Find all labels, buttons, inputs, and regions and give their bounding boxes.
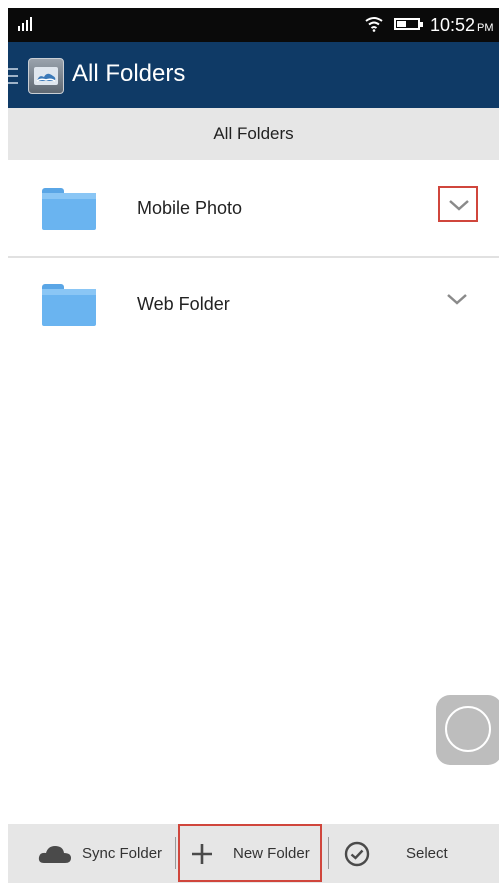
select-label: Select (406, 845, 448, 862)
page-title: All Folders (72, 60, 186, 87)
folder-icon (42, 188, 96, 230)
chevron-down-icon (447, 294, 467, 305)
status-bar: 10:52 PM (8, 8, 499, 42)
clock-time: 10:52 (430, 15, 476, 35)
signal-icon (18, 15, 32, 31)
bottom-toolbar: Sync Folder New Folder Select (8, 824, 499, 883)
folder-name: Mobile Photo (137, 198, 243, 218)
folder-row-web-folder[interactable]: Web Folder (8, 258, 499, 352)
status-clock: 10:52 PM (430, 15, 494, 36)
toolbar-divider (328, 837, 329, 869)
assistive-touch-ring (445, 706, 491, 752)
wifi-icon (365, 17, 383, 32)
section-header: All Folders (8, 108, 499, 160)
folder-icon (42, 284, 96, 326)
section-header-title: All Folders (213, 124, 294, 143)
select-button[interactable]: Select (344, 824, 448, 883)
check-circle-icon (344, 841, 370, 866)
battery-icon (394, 18, 423, 30)
chevron-down-icon (449, 200, 469, 211)
toolbar-divider (175, 837, 176, 869)
clock-ampm: PM (477, 22, 494, 34)
new-folder-highlight (178, 824, 322, 882)
folder-options-button[interactable] (438, 282, 478, 318)
folder-options-button[interactable] (438, 186, 478, 222)
cloud-icon (38, 845, 71, 863)
sync-folder-button[interactable]: Sync Folder (38, 824, 162, 883)
app-logo-icon[interactable] (28, 58, 64, 94)
sync-folder-label: Sync Folder (82, 845, 163, 862)
folder-row-mobile-photo[interactable]: Mobile Photo (8, 162, 499, 258)
app-bar: All Folders (8, 42, 499, 108)
assistive-touch-button[interactable] (436, 695, 499, 765)
menu-icon[interactable] (8, 68, 18, 84)
folder-name: Web Folder (137, 294, 230, 314)
